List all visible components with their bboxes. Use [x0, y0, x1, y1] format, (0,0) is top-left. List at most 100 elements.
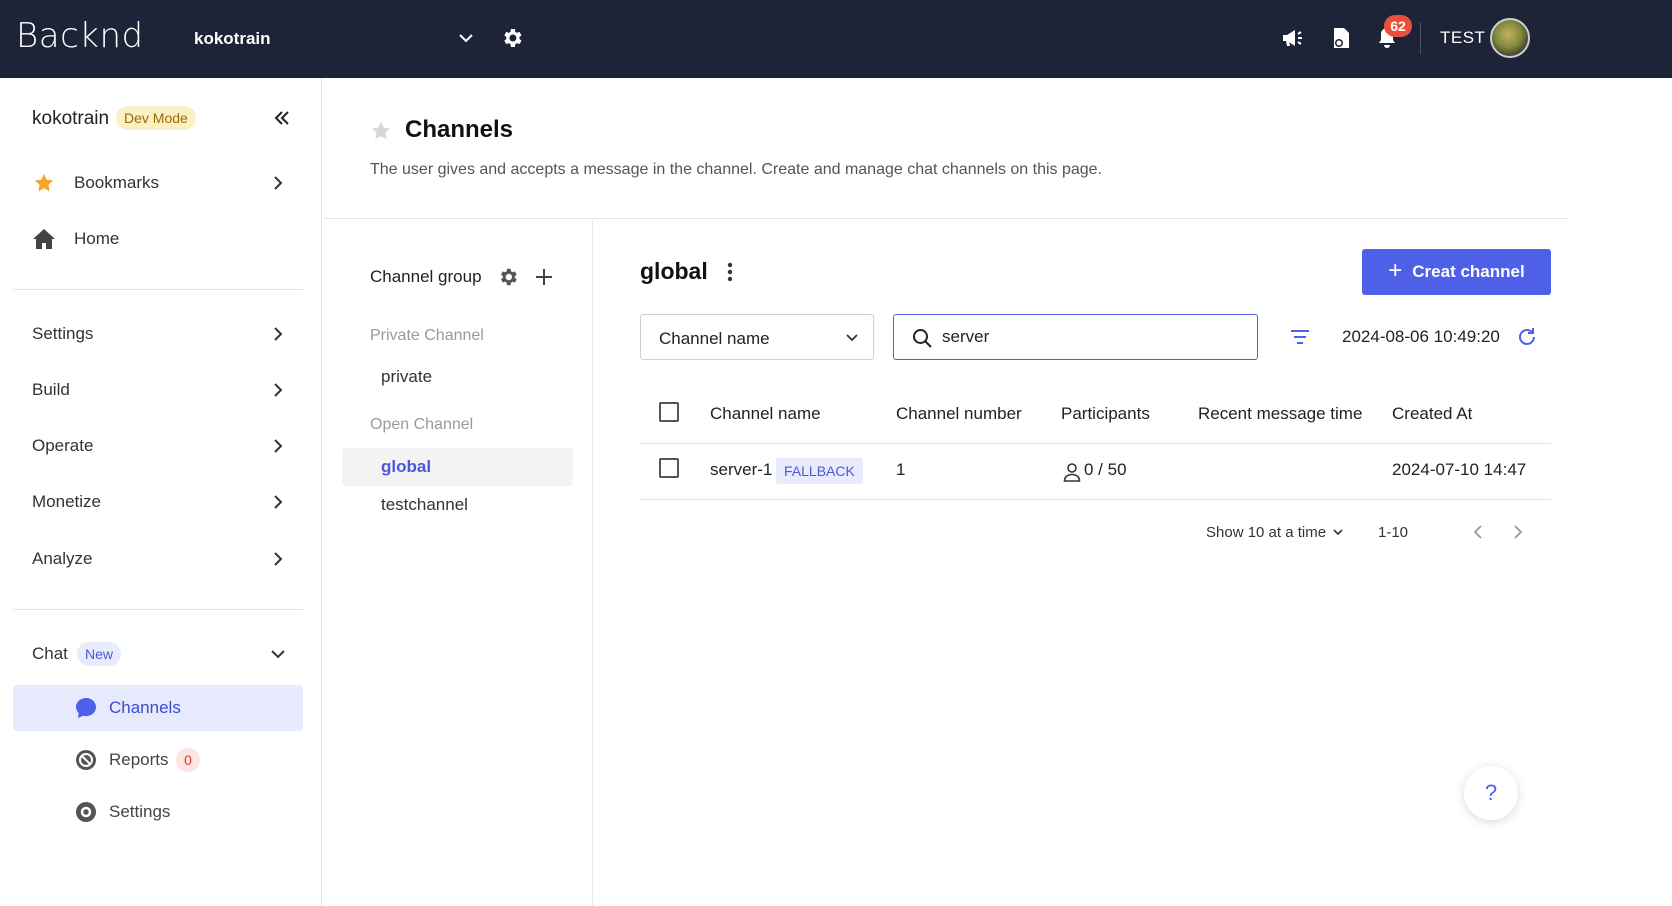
page-header: [323, 78, 1568, 219]
bookmark-star-icon[interactable]: [370, 120, 392, 142]
add-group-icon[interactable]: [533, 266, 555, 288]
sidebar-item-label: Operate: [32, 436, 94, 455]
row-checkbox[interactable]: [659, 458, 679, 478]
project-name: kokotrain: [194, 29, 271, 48]
channel-number-cell: 1: [896, 460, 906, 479]
group-item-private[interactable]: private: [342, 358, 573, 396]
top-bar: Backnd kokotrain 62 TEST: [0, 0, 1672, 78]
user-name[interactable]: TEST: [1440, 28, 1485, 48]
chat-bubble-icon: [76, 698, 96, 718]
table-header: Channel name Channel number Participants…: [640, 388, 1551, 444]
plus-icon: +: [1388, 257, 1403, 284]
column-header-created-at[interactable]: Created At: [1392, 404, 1472, 424]
sidebar-item-label: Channels: [109, 698, 181, 717]
sidebar-item-operate[interactable]: Operate: [13, 423, 303, 469]
new-badge: New: [77, 642, 122, 666]
participants-cell: 0 / 50: [1084, 460, 1127, 479]
group-item-global[interactable]: global: [342, 448, 573, 486]
backnd-logo[interactable]: Backnd: [16, 16, 144, 56]
gear-icon[interactable]: [497, 266, 519, 288]
refresh-icon[interactable]: [1516, 326, 1538, 348]
sidebar-item-monetize[interactable]: Monetize: [13, 479, 303, 525]
person-icon: [1063, 463, 1081, 482]
column-header-participants[interactable]: Participants: [1061, 404, 1150, 424]
reports-count-badge: 0: [176, 748, 200, 772]
last-updated-timestamp: 2024-08-06 10:49:20: [1342, 327, 1500, 346]
sidebar-item-label: Monetize: [32, 492, 101, 511]
sidebar-item-bookmarks[interactable]: Bookmarks: [13, 160, 303, 206]
project-selector[interactable]: kokotrain: [194, 26, 476, 52]
page-size-select[interactable]: Show 10 at a time: [1206, 524, 1326, 541]
dev-mode-badge: Dev Mode: [116, 106, 196, 130]
sidebar-item-label: Home: [74, 229, 120, 248]
column-header-channel-name[interactable]: Channel name: [710, 404, 821, 424]
chevron-right-icon: [274, 327, 283, 341]
star-icon: [34, 173, 54, 192]
more-vertical-icon[interactable]: [720, 260, 740, 284]
group-item-label: private: [381, 367, 433, 386]
chevron-down-icon: [271, 650, 285, 659]
sidebar-project-name: kokotrain: [32, 108, 110, 129]
sidebar-item-label: Settings: [32, 324, 94, 343]
report-icon: [76, 750, 96, 770]
select-value: Channel name: [659, 329, 770, 348]
sidebar-item-label: Reports: [109, 750, 169, 769]
help-button[interactable]: ?: [1464, 766, 1518, 820]
filter-icon[interactable]: [1289, 327, 1311, 347]
channel-name-cell[interactable]: server-1: [710, 460, 772, 480]
chevron-right-icon: [274, 495, 283, 509]
search-field-select[interactable]: Channel name: [640, 314, 874, 360]
sidebar-item-settings[interactable]: Settings: [13, 311, 303, 357]
select-all-checkbox[interactable]: [659, 402, 679, 422]
sidebar-item-label: Build: [32, 380, 70, 399]
home-icon: [33, 229, 55, 249]
chevron-down-icon: [846, 334, 858, 342]
created-at-cell: 2024-07-10 14:47: [1392, 460, 1527, 479]
collapse-sidebar-icon[interactable]: [272, 108, 292, 128]
column-header-recent-message-time[interactable]: Recent message time: [1198, 404, 1362, 424]
sidebar-item-channels[interactable]: Channels: [13, 685, 303, 731]
search-input[interactable]: [942, 325, 1242, 349]
chevron-right-icon: [274, 176, 283, 190]
group-item-label: testchannel: [381, 495, 468, 514]
sidebar-item-analyze[interactable]: Analyze: [13, 536, 303, 582]
chevron-right-icon: [274, 552, 283, 566]
channel-group-heading: global: [640, 258, 708, 284]
sidebar-item-reports[interactable]: Reports: [13, 737, 303, 783]
sidebar-item-label: Settings: [109, 802, 171, 821]
table-row[interactable]: server-1 FALLBACK 1 0 / 50 2024-07-10 14…: [640, 444, 1551, 500]
create-channel-button[interactable]: + Creat channel: [1362, 249, 1551, 295]
search-icon: [913, 329, 932, 348]
channel-group-panel: [323, 220, 593, 906]
channel-group-title: Channel group: [370, 267, 482, 286]
sidebar-item-chat[interactable]: Chat: [13, 631, 303, 677]
sidebar-item-build[interactable]: Build: [13, 367, 303, 413]
create-channel-label: Creat channel: [1412, 262, 1525, 281]
gear-icon: [76, 802, 96, 822]
sidebar-divider: [13, 609, 303, 610]
sidebar-item-home[interactable]: Home: [13, 216, 303, 262]
megaphone-icon[interactable]: [1280, 25, 1306, 51]
page-range: 1-10: [1378, 524, 1409, 541]
sidebar-item-label: Analyze: [32, 549, 93, 568]
chevron-right-icon[interactable]: [1508, 523, 1526, 541]
search-box: [893, 314, 1258, 360]
chevron-down-icon: [459, 34, 473, 43]
sidebar-item-label: Chat: [32, 644, 68, 663]
avatar[interactable]: [1490, 18, 1530, 58]
group-item-label: global: [381, 457, 432, 476]
fallback-badge: FALLBACK: [776, 458, 863, 484]
page-title: Channels: [405, 116, 514, 143]
notification-badge: 62: [1384, 15, 1412, 37]
sidebar-item-chat-settings[interactable]: Settings: [13, 789, 303, 835]
chevron-left-icon[interactable]: [1470, 523, 1488, 541]
gear-icon[interactable]: [500, 26, 524, 50]
section-open-channel: Open Channel: [370, 416, 474, 433]
divider: [1420, 22, 1421, 54]
sidebar-divider: [13, 289, 303, 290]
group-item-testchannel[interactable]: testchannel: [342, 486, 573, 524]
document-settings-icon[interactable]: [1328, 25, 1354, 51]
chevron-down-icon: [1333, 529, 1343, 536]
column-header-channel-number[interactable]: Channel number: [896, 404, 1022, 424]
sidebar-item-label: Bookmarks: [74, 173, 160, 192]
